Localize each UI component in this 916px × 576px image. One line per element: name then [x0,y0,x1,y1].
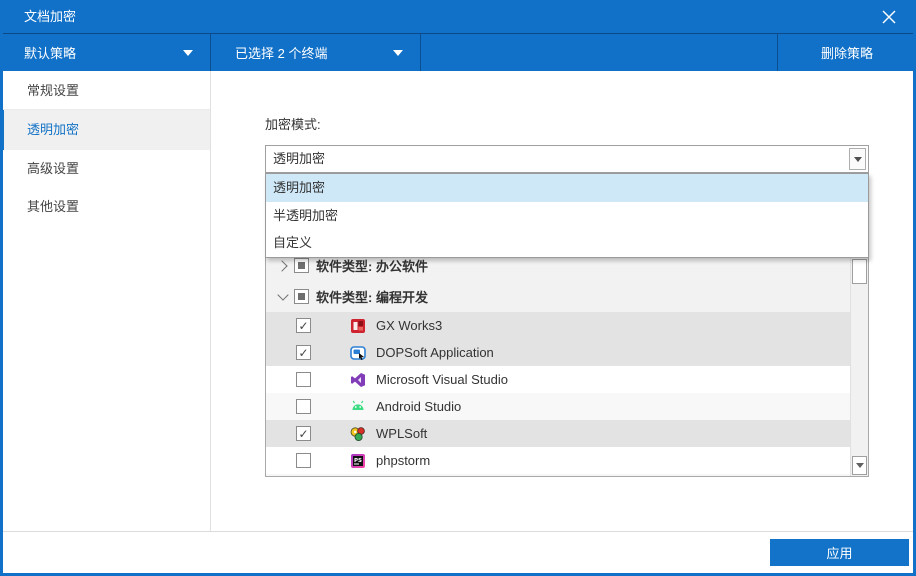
software-group-row[interactable]: 软件类型: 编程开发 [266,281,851,312]
chevron-down-icon [854,157,862,162]
group-label: 软件类型: 编程开发 [316,287,428,306]
phpstorm-icon: PS [350,453,366,469]
software-item-row[interactable]: EditPlus [266,474,851,477]
scrollbar-down-button[interactable] [852,456,867,475]
sidebar-item[interactable]: 高级设置 [3,150,210,188]
dopsoft-icon [350,345,366,361]
delete-policy-label: 删除策略 [821,43,873,62]
close-button[interactable] [876,4,902,30]
dropdown-option[interactable]: 透明加密 [266,174,868,202]
sidebar-item[interactable]: 常规设置 [3,71,210,110]
encryption-mode-combobox[interactable]: 透明加密 [265,145,869,173]
sidebar-item[interactable]: 透明加密 [3,110,210,150]
terminal-dropdown[interactable]: 已选择 2 个终端 [211,34,420,71]
software-label: Microsoft Visual Studio [376,372,508,387]
software-label: GX Works3 [376,318,442,333]
indeterminate-mark [298,293,305,300]
dropdown-option[interactable]: 自定义 [266,229,868,257]
policy-dropdown[interactable]: 默认策略 [0,34,210,71]
window-title: 文档加密 [24,0,76,33]
checkbox[interactable] [296,372,311,387]
checkbox[interactable] [296,399,311,414]
chevron-down-icon [393,50,403,56]
wplsoft-icon [350,426,366,442]
encryption-mode-dropdown-list: 透明加密半透明加密自定义 [265,173,869,258]
title-bar: 文档加密 [0,0,916,33]
apply-button[interactable]: 应用 [770,539,909,566]
footer-divider [3,531,913,532]
visual-studio-icon [350,372,366,388]
close-icon [882,10,896,24]
software-item-row[interactable]: Android Studio [266,393,851,420]
software-label: Android Studio [376,399,461,414]
software-item-row[interactable]: ✓ WPLSoft [266,420,851,447]
checkbox[interactable] [296,453,311,468]
document-encryption-dialog: 文档加密 默认策略 已选择 2 个终端 删除策略 常规设置透明加密高级设置其他设… [0,0,916,576]
checkbox[interactable] [294,289,309,304]
terminal-dropdown-label: 已选择 2 个终端 [211,43,327,62]
software-label: WPLSoft [376,426,427,441]
policy-dropdown-label: 默认策略 [0,43,76,62]
checkbox[interactable]: ✓ [296,318,311,333]
software-label: phpstorm [376,453,430,468]
chevron-down-icon [856,463,864,468]
chevron-glyph [277,289,288,300]
chevron-down-icon [183,50,193,56]
scrollbar-thumb[interactable] [852,259,867,284]
software-item-row[interactable]: Microsoft Visual Studio [266,366,851,393]
gx-works3-icon [350,318,366,334]
software-list: 软件类型: 办公软件软件类型: 编程开发 ✓ GX Works3 ✓ DOPSoft A… [265,249,869,477]
chevron-glyph [276,260,287,271]
checkbox[interactable]: ✓ [296,426,311,441]
software-item-row[interactable]: ✓ GX Works3 [266,312,851,339]
toolbar: 默认策略 已选择 2 个终端 删除策略 [0,33,916,71]
encryption-mode-label: 加密模式: [265,114,321,133]
checkbox[interactable] [294,258,309,273]
toolbar-spacer [421,34,777,71]
dropdown-option[interactable]: 半透明加密 [266,202,868,230]
chevron-down-icon[interactable] [276,290,290,304]
checkbox[interactable]: ✓ [296,345,311,360]
combobox-dropdown-button[interactable] [849,148,866,170]
apply-button-label: 应用 [826,543,852,562]
check-mark: ✓ [298,428,308,440]
sidebar-item[interactable]: 其他设置 [3,188,210,226]
software-label: DOPSoft Application [376,345,494,360]
combobox-value: 透明加密 [273,146,325,172]
chevron-right-icon[interactable] [276,259,290,273]
check-mark: ✓ [298,320,308,332]
vertical-scrollbar[interactable] [850,250,868,476]
svg-text:PS: PS [354,458,362,464]
check-mark: ✓ [298,347,308,359]
settings-sidebar: 常规设置透明加密高级设置其他设置 [3,71,211,531]
group-label: 软件类型: 办公软件 [316,256,428,275]
indeterminate-mark [298,262,305,269]
delete-policy-button[interactable]: 删除策略 [778,34,916,71]
software-item-row[interactable]: PS phpstorm [266,447,851,474]
android-icon [350,399,366,415]
software-item-row[interactable]: ✓ DOPSoft Application [266,339,851,366]
